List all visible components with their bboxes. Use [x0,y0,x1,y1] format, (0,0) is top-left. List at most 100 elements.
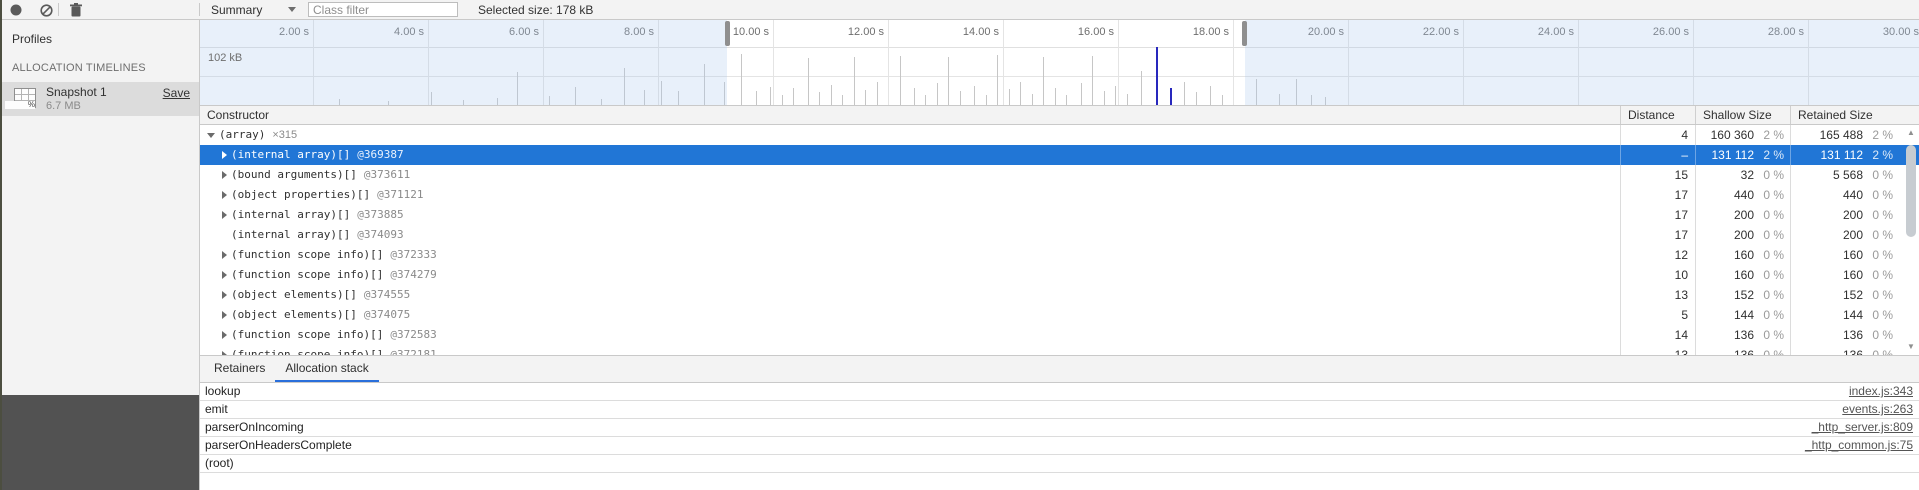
allocation-bar [808,58,809,105]
expand-arrow-icon[interactable] [222,331,227,339]
column-header-shallow-size[interactable]: Shallow Size [1695,106,1790,124]
stack-frame-function: parserOnIncoming [205,419,304,436]
delete-profile-button[interactable] [68,2,84,18]
column-header-constructor[interactable]: Constructor [200,106,1620,124]
allocation-bar [997,55,998,105]
allocation-bar [831,85,832,105]
tab-allocation-stack[interactable]: Allocation stack [275,356,378,382]
table-row[interactable]: (function scope info)[]@372181131360 %13… [200,345,1919,355]
allocation-bar [770,87,771,105]
allocation-bar [1222,95,1223,105]
ruler-gridline [1118,20,1119,105]
expand-arrow-icon[interactable] [222,271,227,279]
save-snapshot-link[interactable]: Save [163,86,190,100]
allocation-bar [1009,89,1010,105]
column-header-distance[interactable]: Distance [1620,106,1695,124]
ruler-gridline [1233,20,1234,105]
expand-arrow-icon[interactable] [222,311,227,319]
perspective-select[interactable]: Summary [205,0,302,19]
allocation-stack-panel: lookupindex.js:343emitevents.js:263parse… [200,383,1919,490]
table-row[interactable]: (internal array)[]@373885172000 %2000 % [200,205,1919,225]
allocation-bar [960,91,961,105]
class-filter-input[interactable] [308,2,458,17]
table-row[interactable]: (function scope info)[]@372333121600 %16… [200,245,1919,265]
constructor-cell: (bound arguments)[] @373611 [200,165,1620,185]
size-value: 200 [1696,205,1754,225]
size-percent: 0 % [1863,265,1893,285]
size-value: 136 [1791,345,1863,355]
stack-frame-row[interactable]: lookupindex.js:343 [200,383,1919,401]
profiles-sidebar: Profiles ALLOCATION TIMELINES % Snapshot… [0,20,200,490]
selection-handle-right[interactable] [1242,21,1247,46]
size-percent: 0 % [1863,245,1893,265]
object-id: @373611 [364,165,410,185]
perspective-select-value: Summary [211,3,262,17]
table-row[interactable]: (function scope info)[]@374279101600 %16… [200,265,1919,285]
size-value: 152 [1791,285,1863,305]
size-percent: 0 % [1754,225,1784,245]
table-row[interactable]: (array)×3154160 3602 %165 4882 % [200,125,1919,145]
table-row[interactable]: (object elements)[]@374555131520 %1520 % [200,285,1919,305]
allocation-timeline-overview[interactable]: 102 kB 2.00 s4.00 s6.00 s8.00 s10.00 s12… [200,20,1919,105]
expand-arrow-icon[interactable] [222,171,227,179]
allocation-bar [1092,56,1093,105]
distance-cell: 15 [1620,165,1695,185]
sidebar-item-snapshot-1[interactable]: % Snapshot 1 6.7 MB Save [0,82,199,116]
constructor-name: (bound arguments)[] [231,165,357,185]
constructor-name: (array) [219,125,265,145]
table-row[interactable]: (object elements)[]@37407551440 %1440 % [200,305,1919,325]
constructor-name: (internal array)[] [231,225,350,245]
stack-frame-row[interactable]: (root) [200,455,1919,473]
size-percent: 0 % [1754,325,1784,345]
collapse-arrow-icon[interactable] [207,133,215,138]
shallow-size-cell: 131 1122 % [1695,145,1790,165]
expand-arrow-icon[interactable] [222,291,227,299]
tab-retainers[interactable]: Retainers [204,356,275,382]
shallow-size-cell: 2000 % [1695,205,1790,225]
expand-arrow-icon[interactable] [222,251,227,259]
stack-frame-source-link[interactable]: _http_server.js:809 [1812,419,1913,436]
selected-size-label: Selected size: 178 kB [478,3,593,17]
size-value: 136 [1791,325,1863,345]
size-percent: 0 % [1863,345,1893,355]
table-row[interactable]: (bound arguments)[]@37361115320 %5 5680 … [200,165,1919,185]
stack-frame-source-link[interactable]: events.js:263 [1842,401,1913,418]
shallow-size-cell: 2000 % [1695,225,1790,245]
stack-frame-source-link[interactable]: _http_common.js:75 [1805,437,1913,454]
table-row[interactable]: (function scope info)[]@372583141360 %13… [200,325,1919,345]
size-percent: 2 % [1863,125,1893,145]
instance-count: ×315 [272,125,297,145]
scrollbar-thumb[interactable] [1906,145,1916,237]
clear-profiles-button[interactable] [38,2,54,18]
stack-frame-row[interactable]: emitevents.js:263 [200,401,1919,419]
size-percent: 0 % [1754,185,1784,205]
expand-arrow-icon[interactable] [222,191,227,199]
table-row[interactable]: (internal array)[]@369387–131 1122 %131 … [200,145,1919,165]
stack-frame-row[interactable]: parserOnHeadersComplete_http_common.js:7… [200,437,1919,455]
stack-frame-source-link[interactable]: index.js:343 [1849,383,1913,400]
size-value: 5 568 [1791,165,1863,185]
shallow-size-cell: 4400 % [1695,185,1790,205]
stack-frame-row[interactable]: parserOnIncoming _http_server.js:809 [200,419,1919,437]
column-header-retained-size[interactable]: Retained Size [1790,106,1919,124]
size-value: 160 [1791,265,1863,285]
retained-size-cell: 1440 % [1790,305,1919,325]
distance-cell: 5 [1620,305,1695,325]
scroll-up-icon[interactable]: ▲ [1904,127,1918,139]
shallow-size-cell: 160 3602 % [1695,125,1790,145]
expand-arrow-icon[interactable] [222,151,227,159]
table-row[interactable]: (object properties)[]@371121174400 %4400… [200,185,1919,205]
constructor-cell: (internal array)[]@369387 [200,145,1620,165]
object-id: @373885 [357,205,403,225]
record-button[interactable] [8,2,24,18]
expand-arrow-icon[interactable] [222,211,227,219]
selection-handle-left[interactable] [725,21,730,46]
size-percent: 0 % [1863,285,1893,305]
constructor-cell: (object elements)[]@374075 [200,305,1620,325]
overview-max-label: 102 kB [208,52,242,64]
grid-scrollbar[interactable]: ▲ ▼ [1904,127,1918,353]
ruler-tick-label: 14.00 s [963,26,999,38]
table-row[interactable]: (internal array)[]@374093172000 %2000 % [200,225,1919,245]
scroll-down-icon[interactable]: ▼ [1904,341,1918,353]
toolbar-separator [58,3,59,16]
